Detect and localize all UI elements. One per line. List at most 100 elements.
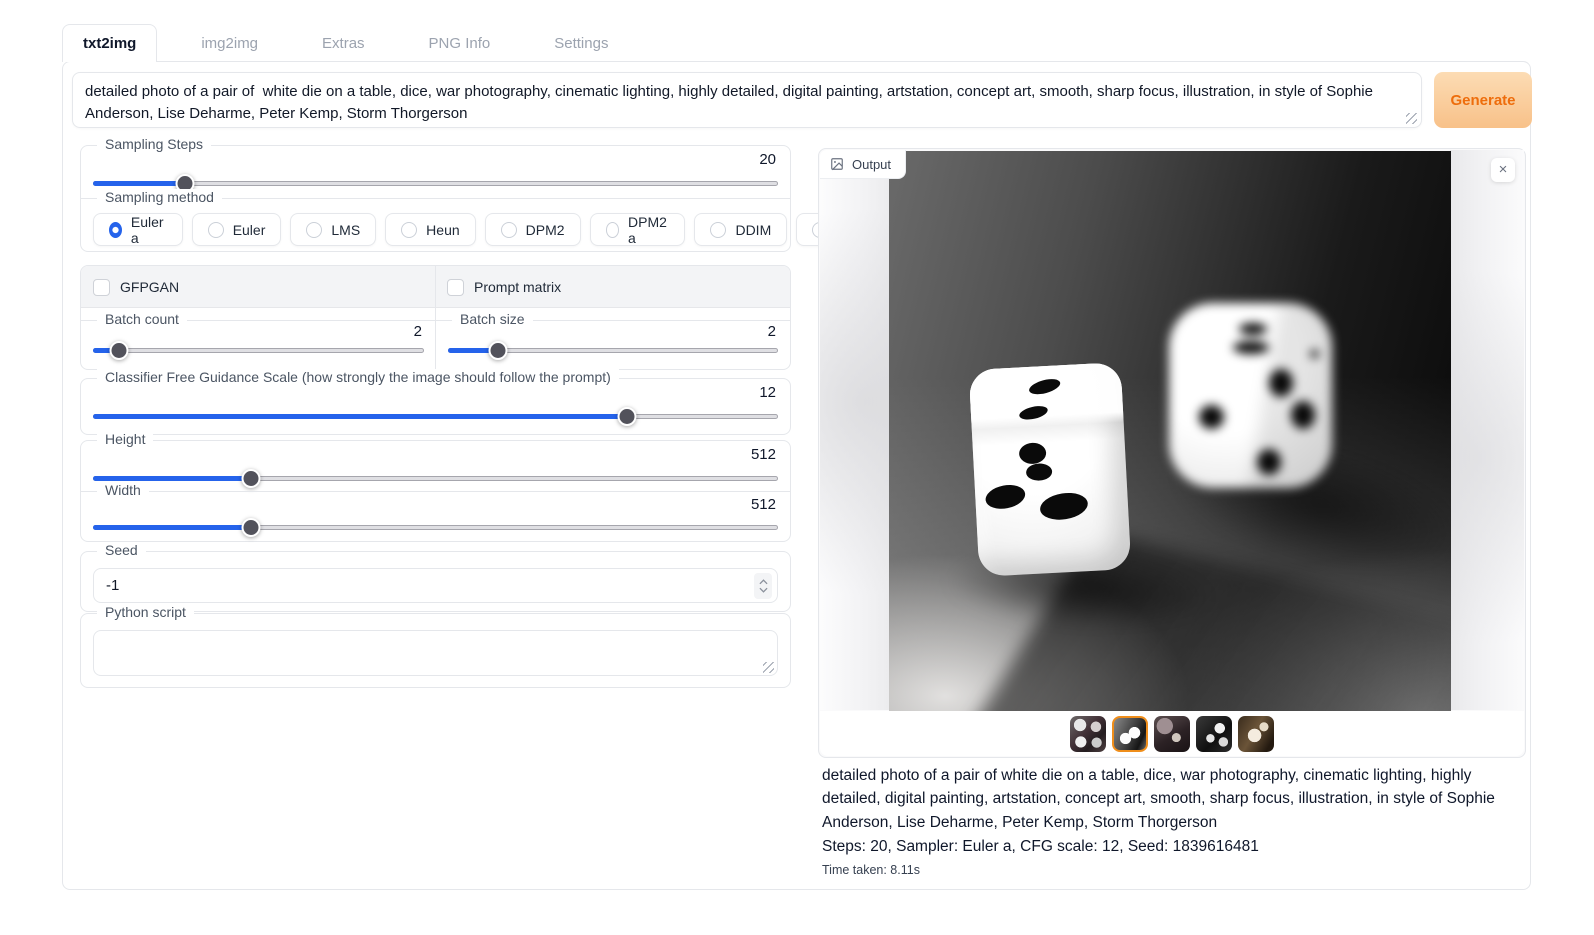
gfpgan-checkbox[interactable]: GFPGAN [93, 266, 179, 308]
seed-label: Seed [97, 542, 146, 558]
radio-label: Euler [233, 222, 266, 238]
python-script-input[interactable] [93, 630, 778, 676]
batch-count-slider[interactable] [93, 341, 424, 360]
tab-extras[interactable]: Extras [302, 24, 385, 62]
radio-dpm2[interactable]: DPM2 [485, 213, 581, 246]
tab-png-info[interactable]: PNG Info [409, 24, 511, 62]
gallery-right-peek [1450, 150, 1524, 710]
gfpgan-label: GFPGAN [120, 279, 179, 295]
radio-dot [606, 222, 619, 238]
cfg-slider[interactable] [93, 407, 778, 426]
tab-bar: txt2img img2img Extras PNG Info Settings [62, 24, 628, 62]
blurred-die [1169, 303, 1332, 488]
seed-group: Seed [80, 551, 791, 612]
generated-image-dice[interactable] [889, 151, 1451, 713]
generation-info: detailed photo of a pair of white die on… [822, 764, 1516, 880]
width-value: 512 [751, 496, 776, 513]
batch-size-slider[interactable] [448, 341, 778, 360]
close-icon[interactable]: × [1491, 158, 1515, 182]
batch-count-field: Batch count 2 [81, 320, 436, 371]
generate-button[interactable]: Generate [1434, 72, 1532, 128]
radio-label: LMS [331, 222, 360, 238]
batch-count-label: Batch count [97, 311, 187, 327]
radio-dot [208, 222, 224, 238]
thumbnail-4[interactable] [1196, 716, 1232, 752]
height-slider[interactable] [93, 469, 778, 488]
slider-fill [93, 476, 251, 481]
app-root: txt2img img2img Extras PNG Info Settings… [0, 0, 1594, 935]
cfg-label: Classifier Free Guidance Scale (how stro… [97, 369, 619, 385]
height-field: Height 512 [81, 441, 790, 491]
prompt-matrix-checkbox[interactable]: Prompt matrix [447, 266, 561, 308]
thumbnail-3[interactable] [1154, 716, 1190, 752]
thumbnail-1[interactable] [1070, 716, 1106, 752]
slider-track[interactable] [93, 348, 424, 353]
prompt-resize-handle[interactable] [1406, 113, 1417, 124]
radio-label: DPM2 [526, 222, 565, 238]
batch-size-label: Batch size [452, 311, 533, 327]
radio-dot [109, 222, 122, 238]
width-slider[interactable] [93, 518, 778, 537]
batch-count-value: 2 [414, 323, 422, 340]
cfg-value: 12 [759, 384, 776, 401]
radio-euler[interactable]: Euler [192, 213, 282, 246]
sampling-method-options: Euler a Euler LMS Heun DPM2 [93, 213, 891, 246]
slider-knob[interactable] [618, 407, 637, 426]
tab-img2img[interactable]: img2img [181, 24, 278, 62]
slider-fill [93, 414, 627, 419]
sampling-group: Sampling Steps 20 Sampling method Euler … [80, 145, 791, 252]
radio-euler-a[interactable]: Euler a [93, 213, 183, 246]
caption-prompt: detailed photo of a pair of white die on… [822, 764, 1516, 834]
seed-stepper[interactable] [754, 573, 772, 599]
slider-knob[interactable] [241, 518, 260, 537]
output-panel: Output × [818, 148, 1526, 758]
radio-lms[interactable]: LMS [290, 213, 376, 246]
radio-label: Euler a [131, 214, 167, 246]
thumbnail-2-selected[interactable] [1112, 716, 1148, 752]
sampling-steps-label: Sampling Steps [97, 136, 211, 152]
slider-knob[interactable] [488, 341, 507, 360]
height-label: Height [97, 431, 153, 447]
tab-txt2img[interactable]: txt2img [62, 24, 157, 62]
radio-dot [501, 222, 517, 238]
thumbnail-strip [820, 711, 1524, 756]
batch-group: GFPGAN Prompt matrix Batch count 2 Batch… [80, 265, 791, 370]
radio-dot [710, 222, 726, 238]
radio-heun[interactable]: Heun [385, 213, 475, 246]
chevron-down-icon [759, 587, 768, 593]
checkbox-box[interactable] [93, 279, 110, 296]
sampling-method-field: Sampling method Euler a Euler LMS Heun [81, 198, 790, 253]
width-field: Width 512 [81, 491, 790, 543]
width-label: Width [97, 482, 149, 498]
radio-dot [401, 222, 417, 238]
python-script-label: Python script [97, 604, 194, 620]
cfg-field: Classifier Free Guidance Scale (how stro… [81, 379, 790, 436]
prompt-input[interactable]: detailed photo of a pair of white die on… [72, 72, 1422, 128]
cfg-group: Classifier Free Guidance Scale (how stro… [80, 378, 791, 435]
radio-dot [306, 222, 322, 238]
seed-input[interactable] [93, 568, 778, 603]
tab-settings[interactable]: Settings [534, 24, 628, 62]
radio-dpm2-a[interactable]: DPM2 a [590, 213, 686, 246]
radio-label: DPM2 a [628, 214, 669, 246]
caption-time-taken: Time taken: 8.11s [822, 861, 1516, 880]
image-icon [830, 157, 844, 171]
python-script-field: Python script [81, 614, 790, 689]
dimensions-group: Height 512 Width 512 [80, 440, 791, 542]
slider-knob[interactable] [110, 341, 129, 360]
slider-track[interactable] [93, 181, 778, 186]
output-label: Output [852, 157, 891, 172]
batch-size-field: Batch size 2 [436, 320, 790, 371]
radio-ddim[interactable]: DDIM [694, 213, 787, 246]
sampling-method-label: Sampling method [97, 189, 222, 205]
script-resize-handle[interactable] [763, 662, 774, 673]
height-value: 512 [751, 446, 776, 463]
radio-label: DDIM [735, 222, 771, 238]
slider-knob[interactable] [241, 469, 260, 488]
slider-fill [93, 525, 251, 530]
batch-size-value: 2 [768, 323, 776, 340]
gallery-left-peek [820, 150, 889, 710]
thumbnail-5[interactable] [1238, 716, 1274, 752]
checkbox-box[interactable] [447, 279, 464, 296]
radio-label: Heun [426, 222, 459, 238]
